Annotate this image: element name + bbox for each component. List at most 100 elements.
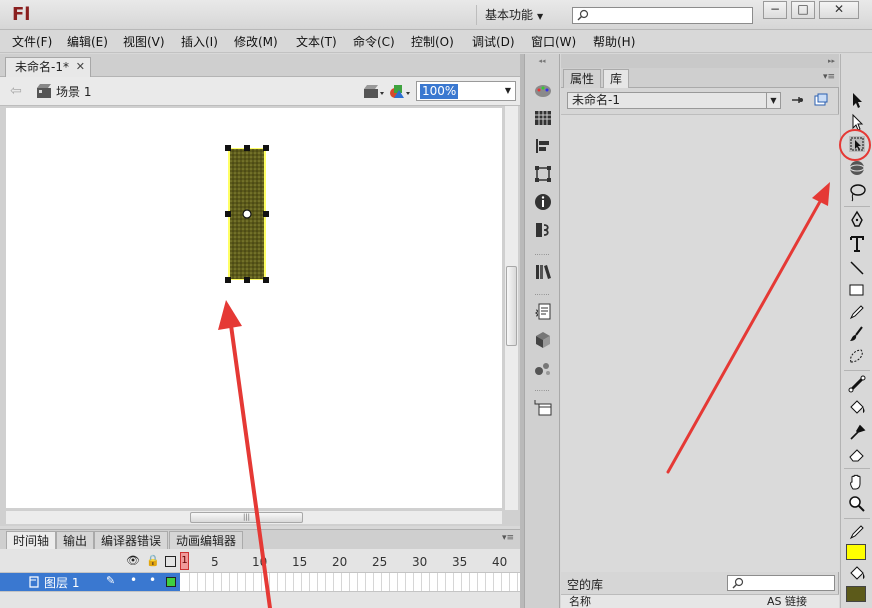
horizontal-scroll-thumb[interactable]: |||: [190, 512, 303, 523]
layer-name[interactable]: 图层 1: [44, 574, 79, 591]
dock-grip[interactable]: ·······: [525, 386, 559, 396]
menu-file[interactable]: 文件(F): [12, 34, 52, 50]
new-library-panel-icon[interactable]: [813, 93, 829, 108]
visibility-dot[interactable]: •: [130, 573, 137, 587]
brush-tool-icon[interactable]: [847, 324, 867, 344]
eyedropper-tool-icon[interactable]: [847, 422, 867, 442]
tab-compiler-errors[interactable]: 编译器错误: [94, 531, 169, 550]
library-books-icon[interactable]: [533, 262, 553, 282]
menu-modify[interactable]: 修改(M): [234, 34, 278, 50]
swatches-icon[interactable]: [533, 108, 553, 128]
library-column-headers: 名称 AS 链接: [561, 594, 839, 608]
layer-selected[interactable]: 图层 1 ✎ • •: [0, 573, 180, 591]
behaviors-icon[interactable]: [533, 358, 553, 378]
menu-window[interactable]: 窗口(W): [531, 34, 576, 50]
menu-view[interactable]: 视图(V): [123, 34, 165, 50]
zoom-select[interactable]: 100% ▼: [416, 81, 516, 101]
close-icon[interactable]: ✕: [76, 58, 85, 76]
pencil-tool-icon[interactable]: [847, 302, 867, 322]
info-icon[interactable]: [533, 192, 553, 212]
maximize-button[interactable]: □: [791, 1, 815, 19]
components-icon[interactable]: [533, 330, 553, 350]
tab-library[interactable]: 库: [603, 69, 630, 88]
stage-vertical-scrollbar[interactable]: [504, 106, 518, 510]
help-search-input[interactable]: [572, 7, 753, 24]
panel-menu-icon[interactable]: ▾≡: [823, 72, 835, 82]
selection-tool-icon[interactable]: [847, 90, 867, 110]
timeline-tab-bar: 时间轴 输出 编译器错误 动画编辑器 ▾≡: [0, 529, 520, 550]
actions-icon[interactable]: [533, 302, 553, 322]
movie-explorer-icon[interactable]: [533, 398, 553, 418]
vertical-scroll-thumb[interactable]: [506, 266, 517, 346]
panel-collapse-bar[interactable]: ▸▸: [561, 54, 839, 68]
stage-horizontal-scrollbar[interactable]: |||: [6, 510, 502, 524]
tab-motion-editor[interactable]: 动画编辑器: [169, 531, 244, 550]
lock-dot[interactable]: •: [149, 573, 156, 587]
scene-icon: [37, 84, 51, 98]
tab-timeline[interactable]: 时间轴: [6, 531, 57, 550]
workspace-switcher[interactable]: 基本功能 ▼: [476, 5, 560, 25]
eye-icon[interactable]: 👁: [126, 554, 140, 567]
layer-row[interactable]: 图层 1 ✎ • •: [0, 573, 520, 591]
stage-area: |||: [0, 106, 520, 526]
dock-grip[interactable]: ·······: [525, 250, 559, 260]
tab-properties[interactable]: 属性: [563, 69, 602, 88]
layer-color-box[interactable]: [166, 577, 176, 587]
fill-color-icon[interactable]: [847, 564, 867, 584]
lock-icon[interactable]: 🔒: [146, 554, 160, 567]
timeline-footer: [0, 591, 520, 608]
stage[interactable]: [6, 108, 502, 508]
library-search-input[interactable]: [727, 575, 835, 591]
tab-output[interactable]: 输出: [56, 531, 95, 550]
edit-symbols-icon[interactable]: [388, 82, 412, 100]
menu-insert[interactable]: 插入(I): [181, 34, 218, 50]
menu-text[interactable]: 文本(T): [296, 34, 337, 50]
line-tool-icon[interactable]: [847, 258, 867, 278]
back-arrow-icon[interactable]: ⇦: [10, 83, 22, 99]
rectangle-tool-icon[interactable]: [847, 280, 867, 300]
minimize-button[interactable]: −: [763, 1, 787, 19]
eraser-tool-icon[interactable]: [847, 444, 867, 464]
free-transform-tool-icon[interactable]: [847, 134, 867, 154]
document-tab-bar: 未命名-1* ✕: [0, 54, 520, 77]
menu-edit[interactable]: 编辑(E): [67, 34, 108, 50]
outline-icon[interactable]: [165, 556, 176, 567]
zoom-tool-icon[interactable]: [847, 494, 867, 514]
scene-panel-icon[interactable]: [533, 220, 553, 240]
close-button[interactable]: ✕: [819, 1, 859, 19]
library-document-select[interactable]: 未命名-1 ▼: [567, 92, 781, 109]
frame-number: 40: [492, 555, 508, 569]
playhead[interactable]: 1: [180, 552, 189, 570]
column-name[interactable]: 名称: [569, 595, 591, 608]
panel-menu-icon[interactable]: ▾≡: [502, 533, 514, 543]
transform-point[interactable]: [242, 209, 252, 219]
menu-commands[interactable]: 命令(C): [353, 34, 395, 50]
document-tab[interactable]: 未命名-1* ✕: [5, 57, 91, 77]
pen-tool-icon[interactable]: [847, 210, 867, 230]
paint-bucket-tool-icon[interactable]: [847, 398, 867, 418]
transform-icon[interactable]: [533, 164, 553, 184]
dock-grip[interactable]: ◂◂: [525, 56, 559, 66]
menu-debug[interactable]: 调试(D): [472, 34, 515, 50]
frame-number: 10: [252, 555, 268, 569]
stroke-color-icon[interactable]: [847, 522, 867, 542]
pin-library-icon[interactable]: [789, 93, 805, 108]
menu-control[interactable]: 控制(O): [411, 34, 454, 50]
3d-rotation-tool-icon[interactable]: [847, 158, 867, 178]
lasso-tool-icon[interactable]: [847, 182, 867, 202]
stroke-color-swatch[interactable]: [846, 544, 866, 560]
edit-scene-icon[interactable]: [362, 82, 386, 100]
edit-bar: ⇦ 场景 1 100% ▼: [0, 77, 520, 106]
hand-tool-icon[interactable]: [847, 472, 867, 492]
color-icon[interactable]: [533, 80, 553, 100]
deco-tool-icon[interactable]: [847, 346, 867, 366]
column-linkage[interactable]: AS 链接: [767, 595, 807, 608]
fill-color-swatch[interactable]: [846, 586, 866, 602]
dock-grip[interactable]: ·······: [525, 290, 559, 300]
menu-help[interactable]: 帮助(H): [593, 34, 635, 50]
frames-grid[interactable]: [182, 573, 520, 591]
bone-tool-icon[interactable]: [847, 374, 867, 394]
subselection-tool-icon[interactable]: [847, 112, 867, 132]
text-tool-icon[interactable]: [847, 234, 867, 254]
align-icon[interactable]: [533, 136, 553, 156]
